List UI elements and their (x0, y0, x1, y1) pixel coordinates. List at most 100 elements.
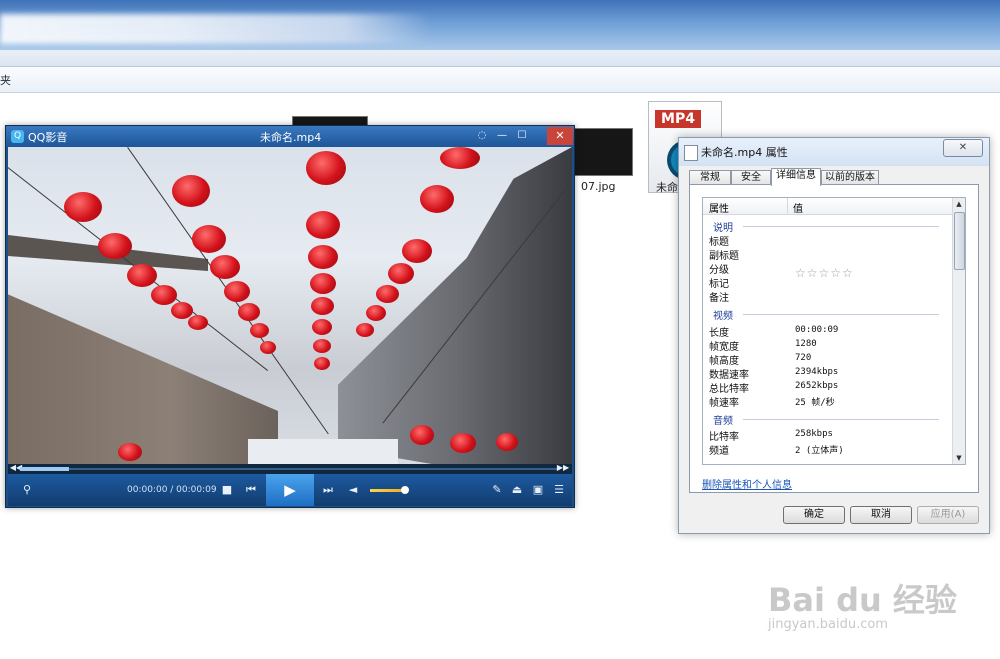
baidu-watermark: Bai du 经验 jingyan.baidu.com (768, 575, 957, 632)
file-icon (684, 145, 698, 161)
video-lantern (356, 323, 374, 337)
row-data-rate[interactable]: 数据速率 (709, 366, 749, 381)
close-icon[interactable]: ✕ (943, 139, 983, 157)
mp4-file-label[interactable]: 未命 (656, 179, 678, 195)
row-length[interactable]: 长度 (709, 324, 729, 339)
video-lantern (64, 192, 102, 222)
value-frame-rate: 25 帧/秒 (795, 398, 835, 408)
scroll-thumb[interactable] (954, 212, 965, 270)
column-value[interactable]: 值 (793, 200, 803, 215)
time-display: 00:00:00 / 00:00:09 (127, 485, 217, 495)
video-lantern (410, 425, 434, 445)
video-lantern (151, 285, 177, 305)
video-lantern (376, 285, 399, 303)
row-bitrate[interactable]: 比特率 (709, 428, 739, 443)
video-lantern (366, 305, 386, 321)
seek-track[interactable] (20, 468, 560, 470)
row-channels[interactable]: 频道 (709, 442, 729, 457)
explorer-title-bar (0, 0, 1000, 50)
playlist-icon[interactable]: ☰ (552, 483, 566, 497)
scroll-down-icon[interactable]: ▼ (953, 452, 965, 464)
video-lantern (238, 303, 260, 321)
player-close-button[interactable]: ✕ (547, 127, 573, 145)
video-lantern (127, 264, 157, 287)
eject-icon[interactable]: ⏏ (510, 483, 524, 497)
video-lantern (314, 357, 330, 370)
video-snow-ground (248, 439, 398, 464)
chat-bubble-icon[interactable]: ◌ (474, 128, 490, 144)
explorer-toolbar: 夹 (0, 67, 1000, 93)
row-rating[interactable]: 分级 (709, 261, 729, 276)
remove-properties-link[interactable]: 删除属性和个人信息 (702, 476, 792, 491)
video-lantern (306, 151, 346, 185)
watermark-url: jingyan.baidu.com (768, 617, 888, 632)
dialog-title: 未命名.mp4 属性 (701, 146, 788, 159)
video-lantern (210, 255, 240, 279)
value-frame-width: 1280 (795, 339, 817, 349)
value-total-bitrate: 2652kbps (795, 381, 839, 391)
group-audio: 音频 (713, 416, 733, 427)
footprint-icon[interactable]: ⚲ (20, 483, 34, 497)
list-scrollbar[interactable]: ▲ ▼ (952, 198, 965, 464)
player-title-bar[interactable]: Q QQ影音 未命名.mp4 ◌ — ☐ ✕ (6, 126, 574, 147)
toolbar-text[interactable]: 夹 (0, 72, 11, 88)
scroll-up-icon[interactable]: ▲ (953, 198, 965, 210)
video-lantern (98, 233, 132, 259)
apply-button[interactable]: 应用(A) (917, 506, 979, 524)
group-video: 视频 (713, 311, 733, 322)
cancel-button[interactable]: 取消 (850, 506, 912, 524)
row-total-bitrate[interactable]: 总比特率 (709, 380, 749, 395)
group-divider (743, 314, 939, 315)
video-lantern (388, 263, 414, 284)
tab-security[interactable]: 安全 (731, 170, 771, 185)
properties-dialog[interactable]: 未命名.mp4 属性 ✕ 常规 安全 详细信息 以前的版本 属性 值 说明 标题… (678, 137, 990, 534)
row-tags[interactable]: 标记 (709, 275, 729, 290)
video-lantern (250, 323, 269, 338)
list-header: 属性 值 (703, 198, 953, 215)
stop-icon[interactable]: ■ (220, 483, 234, 497)
row-subtitle[interactable]: 副标题 (709, 247, 739, 262)
tools-icon[interactable]: ✎ (490, 483, 504, 497)
value-length: 00:00:09 (795, 325, 839, 335)
video-lantern (310, 273, 336, 294)
seek-progress (20, 467, 69, 471)
play-button[interactable]: ▶ (266, 474, 314, 506)
group-description: 说明 (713, 223, 733, 234)
column-property[interactable]: 属性 (709, 200, 729, 215)
tab-previous-versions[interactable]: 以前的版本 (821, 170, 879, 185)
column-separator[interactable] (787, 198, 788, 214)
forward-arrow-icon[interactable]: ▶▶ (556, 461, 570, 475)
address-bar[interactable] (0, 50, 1000, 67)
dialog-title-bar[interactable]: 未命名.mp4 属性 ✕ (679, 138, 989, 166)
qq-player-window[interactable]: Q QQ影音 未命名.mp4 ◌ — ☐ ✕ ◀◀ ▶▶ ⚲ 00:00:00 … (5, 125, 575, 508)
minimize-icon[interactable]: — (494, 128, 510, 144)
previous-icon[interactable]: ⏮ (244, 483, 258, 497)
video-lantern (188, 315, 208, 330)
next-icon[interactable]: ⏭ (321, 483, 335, 497)
value-frame-height: 720 (795, 353, 812, 363)
value-bitrate: 258kbps (795, 429, 833, 439)
player-file-name: 未命名.mp4 (260, 131, 322, 144)
volume-knob[interactable] (401, 486, 409, 494)
tab-general[interactable]: 常规 (689, 170, 731, 185)
video-lantern (306, 211, 340, 239)
screen-icon[interactable]: ▣ (531, 483, 545, 497)
row-frame-width[interactable]: 帧宽度 (709, 338, 739, 353)
video-lantern (192, 225, 226, 253)
row-comments[interactable]: 备注 (709, 289, 729, 304)
tab-details[interactable]: 详细信息 (771, 168, 821, 186)
row-title[interactable]: 标题 (709, 233, 729, 248)
speaker-icon[interactable]: ◄ (346, 483, 360, 497)
ok-button[interactable]: 确定 (783, 506, 845, 524)
qq-player-logo-icon: Q (11, 130, 24, 143)
file-label-07[interactable]: 07.jpg (581, 180, 616, 193)
player-controls: ⚲ 00:00:00 / 00:00:09 ■ ⏮ ▶ ⏭ ◄ ✎ ⏏ ▣ ☰ (8, 474, 572, 506)
properties-list[interactable]: 属性 值 说明 标题 副标题 分级 ☆☆☆☆☆ 标记 备注 视频 长度 00:0… (702, 197, 966, 465)
rating-stars[interactable]: ☆☆☆☆☆ (795, 266, 854, 280)
row-frame-rate[interactable]: 帧速率 (709, 394, 739, 409)
video-frame[interactable] (8, 147, 572, 464)
row-frame-height[interactable]: 帧高度 (709, 352, 739, 367)
file-thumbnail-07[interactable] (573, 128, 633, 176)
maximize-icon[interactable]: ☐ (514, 128, 530, 144)
seek-bar[interactable]: ◀◀ ▶▶ (8, 461, 572, 475)
